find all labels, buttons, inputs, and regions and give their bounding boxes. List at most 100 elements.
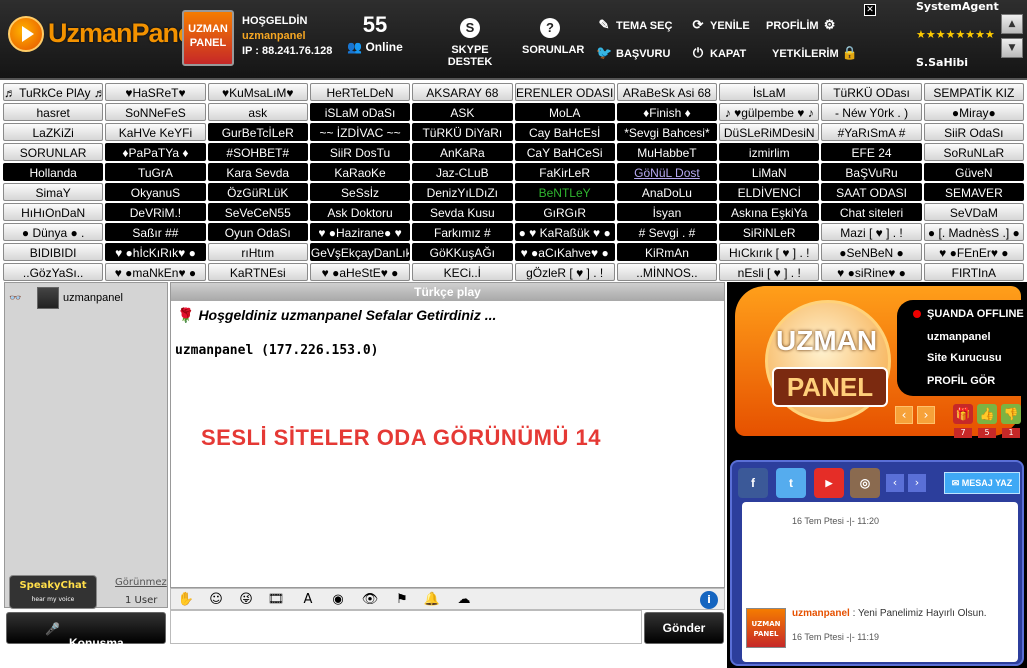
- social-next-icon[interactable]: ›: [908, 474, 926, 492]
- room-button[interactable]: ●Miray●: [923, 103, 1024, 121]
- room-button[interactable]: HeRTeLDeN: [309, 83, 411, 101]
- room-button[interactable]: ♥ ●aCıKahve♥ ●: [514, 243, 615, 261]
- room-button[interactable]: #SOHBET#: [207, 143, 308, 161]
- room-button[interactable]: SoRuNLaR: [923, 143, 1024, 161]
- feed-user[interactable]: uzmanpanel: [792, 608, 850, 619]
- room-button[interactable]: gÖzleR [ ♥ ] . !: [514, 263, 615, 281]
- scroll-down-button[interactable]: ▼: [1001, 38, 1023, 58]
- room-button[interactable]: SiRiNLeR: [719, 223, 820, 241]
- room-button[interactable]: ..GözYaSı..: [3, 263, 104, 281]
- profilim-link[interactable]: PROFİLİM ⚙: [766, 17, 842, 33]
- room-button[interactable]: GeVşEkçayDanLık: [309, 243, 411, 261]
- room-button[interactable]: ♥ ●aHeStE♥ ●: [309, 263, 411, 281]
- room-button[interactable]: ♬ TuRkCe PlAy ♬: [3, 83, 104, 101]
- room-button[interactable]: KECi..İ: [412, 263, 513, 281]
- room-button[interactable]: ..MİNNOS..: [616, 263, 718, 281]
- room-button[interactable]: SEMAVER: [923, 183, 1024, 201]
- room-button[interactable]: ♥ ●FEnEr♥ ●: [923, 243, 1024, 261]
- room-button[interactable]: TuGrA: [105, 163, 206, 181]
- room-button[interactable]: SiiR OdaSı: [923, 123, 1024, 141]
- kapat-link[interactable]: ⏻ KAPAT: [690, 45, 746, 61]
- message-input[interactable]: [170, 610, 642, 644]
- next-arrow-icon[interactable]: ›: [917, 406, 935, 424]
- room-button[interactable]: KiRmAn: [616, 243, 718, 261]
- room-button[interactable]: ● ♥ KaRaßük ♥ ●: [514, 223, 615, 241]
- room-button[interactable]: Sevda Kusu: [412, 203, 513, 221]
- room-button[interactable]: ♦Finish ♦: [616, 103, 718, 121]
- room-button[interactable]: GüveN: [923, 163, 1024, 181]
- admin-name[interactable]: uzmanpanel: [927, 331, 991, 343]
- room-button[interactable]: ERENLER ODASI: [514, 83, 615, 101]
- room-button[interactable]: KaRaoKe: [309, 163, 411, 181]
- room-button[interactable]: ♥KuMsaLıM♥: [207, 83, 308, 101]
- room-button[interactable]: ~~ İZDİVAC ~~: [309, 123, 411, 141]
- room-button[interactable]: SeVDaM: [923, 203, 1024, 221]
- flag-icon[interactable]: ⚑: [393, 591, 411, 609]
- room-button[interactable]: İsLaM: [719, 83, 820, 101]
- room-button[interactable]: Mazi [ ♥ ] . !: [821, 223, 922, 241]
- room-button[interactable]: Askına EşkiYa: [719, 203, 820, 221]
- emoji-icon[interactable]: 😜: [237, 591, 255, 609]
- film-icon[interactable]: 🎞: [267, 591, 285, 609]
- info-icon[interactable]: i: [700, 591, 718, 609]
- room-button[interactable]: DeVRiM.!: [105, 203, 206, 221]
- room-button[interactable]: ♦PaPaTYa ♦: [105, 143, 206, 161]
- room-button[interactable]: EFE 24: [821, 143, 922, 161]
- room-button[interactable]: SeSsİz: [309, 183, 411, 201]
- room-button[interactable]: KaRTNEsi: [207, 263, 308, 281]
- room-button[interactable]: Kara Sevda: [207, 163, 308, 181]
- room-button[interactable]: FIRTInA: [923, 263, 1024, 281]
- prev-arrow-icon[interactable]: ‹: [895, 406, 913, 424]
- room-button[interactable]: BIDIBIDI: [3, 243, 104, 261]
- room-button[interactable]: izmirlim: [719, 143, 820, 161]
- facebook-icon[interactable]: f: [738, 468, 768, 498]
- room-button[interactable]: Saßır ##: [105, 223, 206, 241]
- room-button[interactable]: *Sevgi Bahcesi*: [616, 123, 718, 141]
- room-button[interactable]: ♪ ♥gülpembe ♥ ♪: [719, 103, 820, 121]
- room-button[interactable]: AKSARAY 68: [412, 83, 513, 101]
- room-button[interactable]: CaY BaHCeSi: [514, 143, 615, 161]
- room-button[interactable]: SimaY: [3, 183, 104, 201]
- room-button[interactable]: Hollanda: [3, 163, 104, 181]
- room-button[interactable]: TüRKÜ DiYaRı: [412, 123, 513, 141]
- room-button[interactable]: MuHabbeT: [616, 143, 718, 161]
- room-button[interactable]: OkyanuS: [105, 183, 206, 201]
- room-button[interactable]: SEMPATİK KIZ: [923, 83, 1024, 101]
- room-button[interactable]: hasret: [3, 103, 104, 121]
- room-button[interactable]: AnKaRa: [412, 143, 513, 161]
- room-button[interactable]: BeNTLeY: [514, 183, 615, 201]
- room-button[interactable]: ● [. MadnèsS .] ●: [923, 223, 1024, 241]
- room-button[interactable]: İsyan: [616, 203, 718, 221]
- bell-icon[interactable]: 🔔: [423, 591, 441, 609]
- room-button[interactable]: DüSLeRiMDesiN: [719, 123, 820, 141]
- gift-icon[interactable]: 🎁: [953, 404, 973, 424]
- room-button[interactable]: Farkımız #: [412, 223, 513, 241]
- scroll-up-button[interactable]: ▲: [1001, 14, 1023, 34]
- room-button[interactable]: nEsli [ ♥ ] . !: [719, 263, 820, 281]
- dislike-icon[interactable]: 👎: [1001, 404, 1021, 424]
- twitter-icon[interactable]: t: [776, 468, 806, 498]
- room-button[interactable]: TüRKÜ ODası: [821, 83, 922, 101]
- talk-button[interactable]: 🎤 Konusma: [6, 612, 166, 650]
- room-button[interactable]: ●SeNBeN ●: [821, 243, 922, 261]
- social-prev-icon[interactable]: ‹: [886, 474, 904, 492]
- youtube-icon[interactable]: ▶: [814, 468, 844, 498]
- room-button[interactable]: GıRGıR: [514, 203, 615, 221]
- room-button[interactable]: - Néw Y0rk . ): [821, 103, 922, 121]
- room-button[interactable]: ♥ ●hİcKıRık♥ ●: [105, 243, 206, 261]
- sorunlar-button[interactable]: ? SORUNLAR: [522, 18, 584, 56]
- room-button[interactable]: GöKKuşAĞı: [412, 243, 513, 261]
- room-button[interactable]: iSLaM oDaSı: [309, 103, 411, 121]
- room-button[interactable]: Oyun OdaSı: [207, 223, 308, 241]
- room-button[interactable]: LiMaN: [719, 163, 820, 181]
- yetkilerim-link[interactable]: YETKİLERİM 🔒: [772, 45, 862, 61]
- room-button[interactable]: SiiR DosTu: [309, 143, 411, 161]
- room-button[interactable]: GurBeTcİLeR: [207, 123, 308, 141]
- room-button[interactable]: Jaz-CLuB: [412, 163, 513, 181]
- room-button[interactable]: # Sevgi . #: [616, 223, 718, 241]
- instagram-icon[interactable]: ◎: [850, 468, 880, 498]
- room-button[interactable]: #YaRıSmA #: [821, 123, 922, 141]
- uzmanpanel-logo[interactable]: UzmanPanel: [6, 10, 200, 58]
- room-button[interactable]: Chat siteleri: [821, 203, 922, 221]
- room-button[interactable]: KaHVe KeYFi: [105, 123, 206, 141]
